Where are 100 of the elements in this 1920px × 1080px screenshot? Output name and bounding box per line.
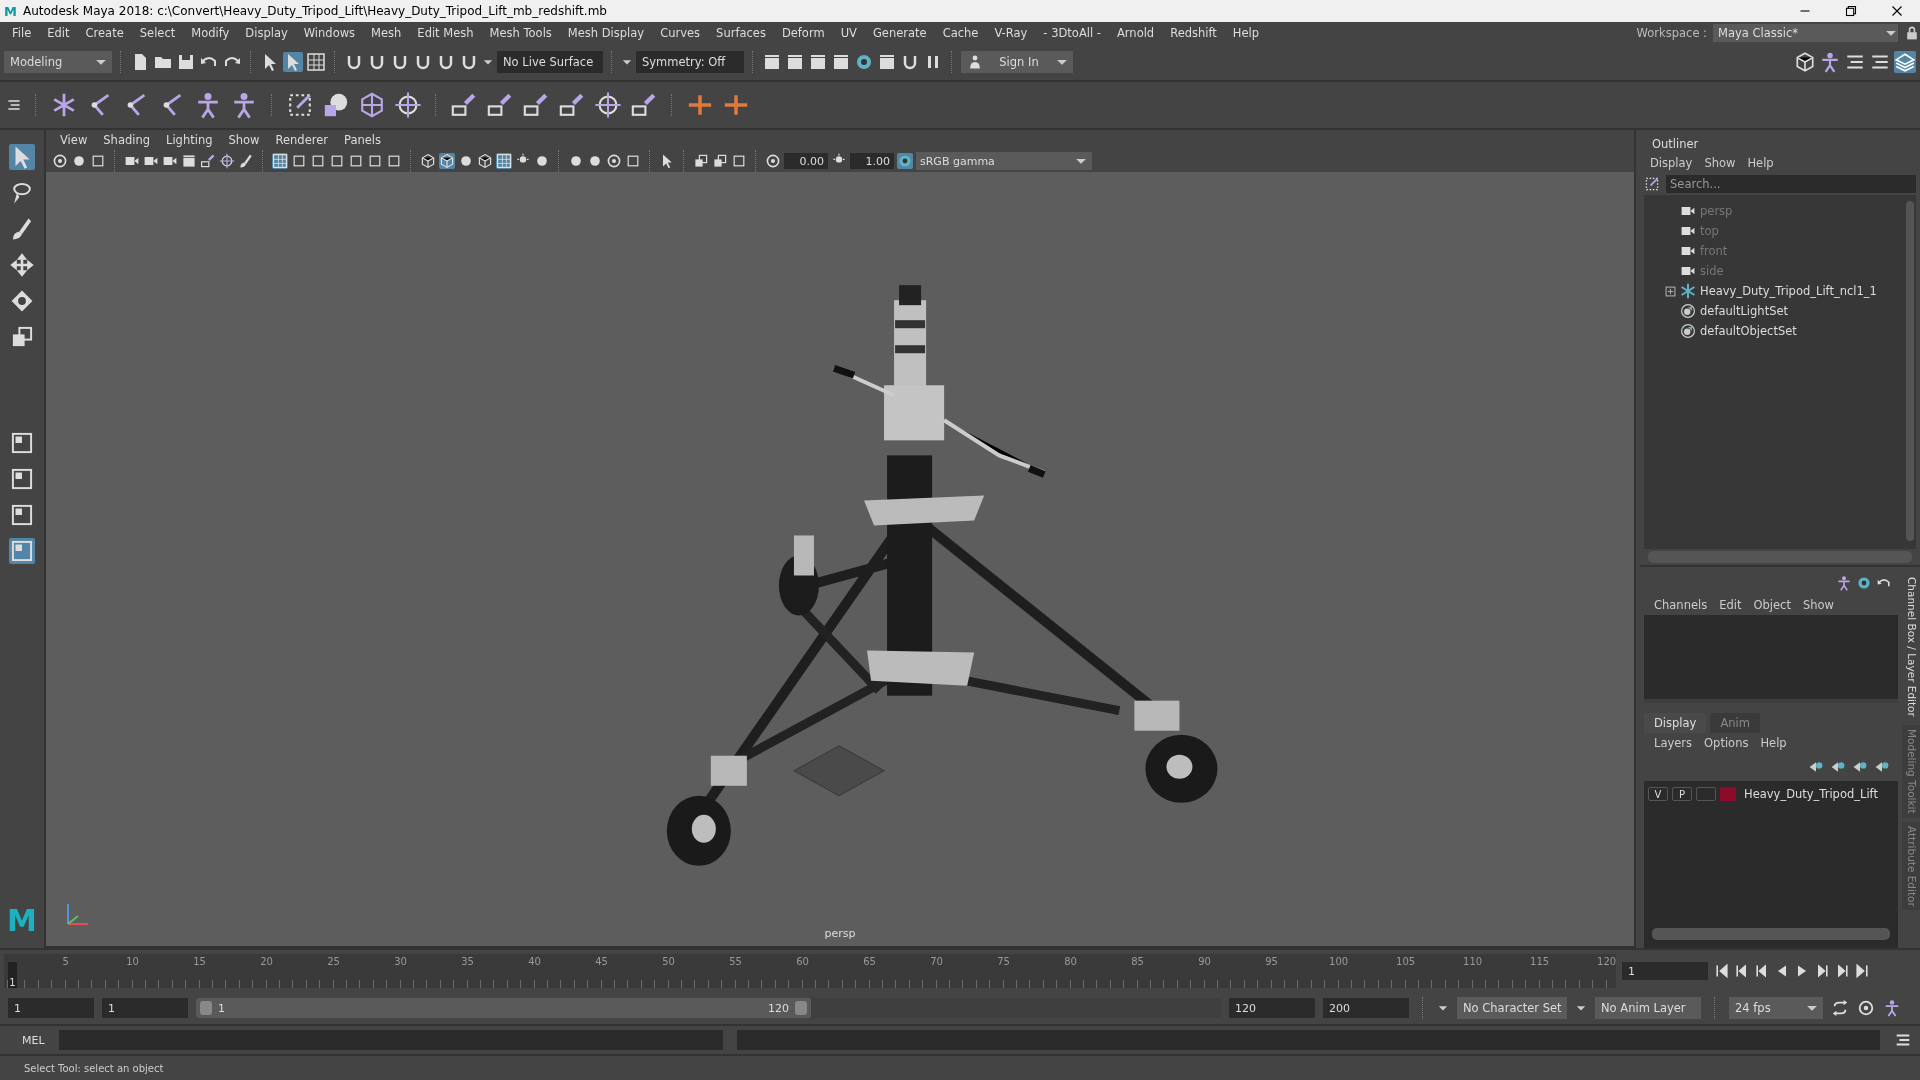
sign-in-dropdown[interactable]: Sign In <box>961 51 1073 73</box>
menu-item[interactable]: Mesh Tools <box>481 26 560 40</box>
panel-menu-item[interactable]: Edit <box>1713 598 1748 612</box>
layout-icon[interactable] <box>9 502 35 528</box>
menu-item[interactable]: Display <box>237 26 296 40</box>
panel-menu-item[interactable]: View <box>52 133 96 147</box>
range-slider-track[interactable]: 1 120 <box>196 998 1221 1018</box>
panel-menu-item[interactable]: Renderer <box>267 133 337 147</box>
current-frame-marker[interactable]: 1 <box>8 962 17 988</box>
scrollbar[interactable] <box>1652 928 1890 940</box>
square-icon[interactable] <box>625 153 641 169</box>
layer-name[interactable]: Heavy_Duty_Tripod_Lift <box>1744 787 1878 801</box>
aperture-icon[interactable] <box>606 153 622 169</box>
link-icon[interactable] <box>522 91 550 119</box>
cube-icon[interactable] <box>439 153 455 169</box>
layout-icon[interactable] <box>9 466 35 492</box>
start-frame-field[interactable]: 1 <box>8 998 94 1018</box>
move-icon[interactable] <box>9 252 35 278</box>
square-icon[interactable] <box>291 153 307 169</box>
panel-menu-item[interactable]: Show <box>1698 156 1742 170</box>
menu-item[interactable]: Surfaces <box>708 26 774 40</box>
mode-dropdown[interactable]: Modeling <box>4 51 112 73</box>
menu-item[interactable]: Edit <box>39 26 78 40</box>
aperture-icon[interactable] <box>765 153 781 169</box>
link-icon[interactable] <box>486 91 514 119</box>
menu-item[interactable]: Mesh <box>363 26 410 40</box>
grid-icon[interactable] <box>272 153 288 169</box>
panel-menu-item[interactable]: Display <box>1644 156 1699 170</box>
disc-icon[interactable] <box>854 52 874 72</box>
shelf-menu-icon[interactable] <box>6 97 22 113</box>
menu-item[interactable]: Create <box>77 26 132 40</box>
panel-menu-item[interactable]: Object <box>1747 598 1797 612</box>
menu-item[interactable]: Mesh Display <box>559 26 653 40</box>
search-field[interactable]: Search... <box>1666 175 1916 193</box>
dotted-square-icon[interactable] <box>1644 176 1660 192</box>
square-icon[interactable] <box>90 153 106 169</box>
stick-figure-icon[interactable] <box>1836 575 1852 591</box>
panel-menu-item[interactable]: Options <box>1698 736 1755 750</box>
menu-item[interactable]: V-Ray <box>986 26 1036 40</box>
symmetry-field[interactable]: Symmetry: Off <box>636 51 744 73</box>
cube-icon[interactable] <box>1794 51 1816 73</box>
workspace-dropdown[interactable]: Maya Classic* <box>1713 24 1898 42</box>
panel-menu-item[interactable]: Panels <box>336 133 390 147</box>
menu-item[interactable]: Windows <box>295 26 364 40</box>
save-icon[interactable] <box>176 52 196 72</box>
sphere-icon[interactable] <box>322 91 350 119</box>
link-icon[interactable] <box>630 91 658 119</box>
command-input[interactable] <box>58 1030 723 1050</box>
visibility-toggle[interactable]: V <box>1648 787 1668 801</box>
panel-menu-item[interactable]: Shading <box>95 133 158 147</box>
color-space-dropdown[interactable]: sRGB gamma <box>916 152 1092 170</box>
disc-icon[interactable] <box>1856 575 1872 591</box>
panel-menu-item[interactable]: Show <box>1796 598 1840 612</box>
anim-layer-dropdown[interactable]: No Anim Layer <box>1595 997 1701 1019</box>
exposure-field[interactable]: 0.00 <box>784 153 828 169</box>
menu-item[interactable]: Curves <box>652 26 709 40</box>
circle-icon[interactable] <box>587 153 603 169</box>
timeline-track[interactable]: 5 10 15 20 25 30 35 40 45 50 55 60 65 70 75 80 85 90 95 100 105 110 115 120 1 <box>4 954 1616 988</box>
fps-dropdown[interactable]: 24 fps <box>1729 997 1823 1019</box>
grid-icon[interactable] <box>306 52 326 72</box>
menu-item[interactable]: Redshift <box>1162 26 1225 40</box>
panel-menu-item[interactable]: Show <box>220 133 268 147</box>
link-icon[interactable] <box>200 153 216 169</box>
target-icon[interactable] <box>394 91 422 119</box>
go-to-start-icon[interactable] <box>1714 963 1730 979</box>
range-slider[interactable]: 1 120 <box>196 998 811 1018</box>
circle-icon[interactable] <box>71 153 87 169</box>
current-frame-field[interactable]: 1 <box>1622 962 1708 980</box>
scale-icon[interactable] <box>693 153 709 169</box>
tab[interactable]: Display <box>1644 713 1707 733</box>
outliner-item[interactable]: defaultLightSet <box>1700 304 1789 318</box>
menu-item[interactable]: Help <box>1224 26 1268 40</box>
menu-item[interactable]: - 3DtoAll - <box>1035 26 1109 40</box>
expand-icon[interactable] <box>1664 285 1676 297</box>
link-icon[interactable] <box>558 91 586 119</box>
mel-label[interactable]: MEL <box>22 1033 45 1047</box>
character-set-dropdown[interactable]: No Character Set <box>1457 997 1567 1019</box>
scrollbar[interactable] <box>1906 201 1914 541</box>
cube-icon[interactable] <box>477 153 493 169</box>
target-icon[interactable] <box>594 91 622 119</box>
cube-icon[interactable] <box>420 153 436 169</box>
reference-toggle[interactable] <box>1696 787 1716 801</box>
menu-item[interactable]: Generate <box>864 26 935 40</box>
gamma-field[interactable]: 1.00 <box>850 153 894 169</box>
menu-item[interactable]: File <box>4 26 40 40</box>
menu-item[interactable]: Deform <box>773 26 833 40</box>
menu-item[interactable]: Cache <box>934 26 987 40</box>
stick-figure-icon[interactable] <box>1819 51 1841 73</box>
playback-end-field[interactable]: 120 <box>1229 998 1315 1018</box>
square-icon[interactable] <box>386 153 402 169</box>
square-icon[interactable] <box>348 153 364 169</box>
square-icon[interactable] <box>367 153 383 169</box>
outliner-item[interactable]: Heavy_Duty_Tripod_Lift_ncl1_1 <box>1700 284 1877 298</box>
circle-icon[interactable] <box>534 153 550 169</box>
square-icon[interactable] <box>731 153 747 169</box>
playback-start-field[interactable]: 1 <box>102 998 188 1018</box>
panel-menu-item[interactable]: Lighting <box>158 133 221 147</box>
square-icon[interactable] <box>329 153 345 169</box>
menu-item[interactable]: Arnold <box>1108 26 1163 40</box>
panel-menu-item[interactable]: Layers <box>1648 736 1699 750</box>
